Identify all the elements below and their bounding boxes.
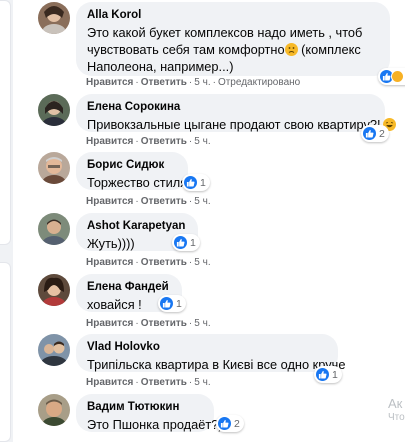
reaction-summary[interactable]: 1: [314, 366, 342, 383]
like-icon: [218, 417, 231, 430]
reaction-summary[interactable]: 1: [182, 174, 210, 191]
comment-text-line: чувствовать себя там комфортно: [87, 42, 285, 57]
reply-link[interactable]: Ответить: [141, 196, 187, 207]
left-panel: [0, 0, 13, 442]
like-link[interactable]: Нравится: [86, 318, 133, 329]
comment-author[interactable]: Alla Korol: [87, 8, 379, 23]
comment-text: Это какой букет комплексов надо иметь , …: [87, 24, 379, 41]
comment-bubble: Vlad Holovko Трипільска квартира в Києві…: [76, 334, 346, 372]
comment-author[interactable]: Vlad Holovko: [87, 340, 327, 355]
watermark-text: Ак: [388, 396, 403, 411]
avatar[interactable]: [38, 334, 70, 366]
reply-link[interactable]: Ответить: [141, 377, 187, 388]
reaction-count: 1: [332, 368, 338, 381]
reaction-summary[interactable]: 2: [361, 125, 389, 142]
comment-time[interactable]: 5 ч.: [194, 257, 210, 268]
comment-text-line: Наполеона, например...): [87, 59, 234, 74]
avatar[interactable]: [38, 394, 70, 426]
reaction-count: 1: [200, 176, 206, 189]
reaction-count: 2: [379, 127, 385, 140]
left-card: [0, 262, 11, 442]
comment-time[interactable]: 5 ч.: [194, 196, 210, 207]
comment-author[interactable]: Ashot Karapetyan: [87, 219, 187, 234]
reaction-summary[interactable]: 2: [378, 68, 405, 85]
like-link[interactable]: Нравится: [86, 257, 133, 268]
comment-actions: Нравится · Ответить · 5 ч.: [86, 377, 211, 388]
like-icon: [160, 297, 173, 310]
comment-actions: Нравится · Ответить · 5 ч.: [86, 318, 211, 329]
reply-link[interactable]: Ответить: [141, 136, 187, 147]
reply-link[interactable]: Ответить: [141, 257, 187, 268]
watermark-text: Что: [388, 412, 405, 423]
comment-time[interactable]: 5 ч.: [194, 377, 210, 388]
reaction-summary[interactable]: 1: [172, 234, 200, 251]
comment-bubble: Борис Сидюк Торжество стиля: [76, 152, 188, 190]
avatar[interactable]: [38, 94, 70, 126]
avatar[interactable]: [38, 274, 70, 306]
comment-author[interactable]: Елена Сорокина: [87, 100, 374, 115]
avatar[interactable]: [38, 213, 70, 245]
comment-time[interactable]: 5 ч.: [194, 136, 210, 147]
comment-bubble: Alla Korol Это какой букет комплексов на…: [76, 2, 390, 76]
like-link[interactable]: Нравится: [86, 77, 133, 88]
reply-link[interactable]: Ответить: [141, 318, 187, 329]
comment-text: Привокзальные цыгане продают свою кварти…: [87, 116, 396, 133]
avatar[interactable]: [38, 2, 70, 34]
comment-text-line: (комплекс: [297, 42, 361, 57]
reaction-count: 2: [234, 417, 240, 430]
comment-text-line: Это какой букет комплексов надо иметь , …: [87, 25, 363, 40]
comment-bubble: Елена Сорокина Привокзальные цыгане прод…: [76, 94, 396, 133]
comment-text-line: Привокзальные цыгане продают свою кварти…: [87, 117, 381, 132]
comment-author[interactable]: Борис Сидюк: [87, 158, 177, 173]
like-icon: [174, 236, 187, 249]
reaction-summary[interactable]: 1: [158, 295, 186, 312]
like-icon: [363, 127, 376, 140]
comment-text: чувствовать себя там комфортно (комплекс: [87, 41, 379, 58]
avatar[interactable]: [38, 152, 70, 184]
comment-actions: Нравится · Ответить · 5 ч.: [86, 196, 211, 207]
comment-text: Торжество стиля: [87, 175, 188, 190]
reaction-count: 1: [190, 236, 196, 249]
edited-label: Отредактировано: [217, 77, 301, 88]
haha-icon: [391, 70, 404, 83]
like-icon: [184, 176, 197, 189]
like-icon: [316, 368, 329, 381]
comment-text: Наполеона, например...): [87, 58, 379, 75]
reaction-summary[interactable]: 2: [216, 415, 244, 432]
comment-time[interactable]: 5 ч.: [194, 318, 210, 329]
comment-author[interactable]: Вадим Тютюкин: [87, 400, 203, 415]
like-link[interactable]: Нравится: [86, 136, 133, 147]
reaction-count: 1: [176, 297, 182, 310]
like-link[interactable]: Нравится: [86, 377, 133, 388]
comment-author[interactable]: Елена Фандей: [87, 280, 171, 295]
comment-time[interactable]: 5 ч.: [194, 77, 210, 88]
comment-actions: Нравится · Ответить · 5 ч.: [86, 136, 211, 147]
reply-link[interactable]: Ответить: [141, 77, 187, 88]
comment-actions: Нравится · Ответить · 5 ч.: [86, 257, 211, 268]
like-link[interactable]: Нравится: [86, 196, 133, 207]
comment-text: Это Пшонка продаёт?): [87, 417, 223, 432]
left-card: [0, 0, 11, 245]
comment-actions: Нравится · Ответить · 5 ч. · Отредактировано: [86, 77, 301, 88]
comment-text: Трипільска квартира в Києві все одно кру…: [87, 357, 346, 372]
comment-bubble: Вадим Тютюкин Это Пшонка продаёт?): [76, 394, 223, 432]
sad-emoji-icon: [284, 43, 298, 56]
